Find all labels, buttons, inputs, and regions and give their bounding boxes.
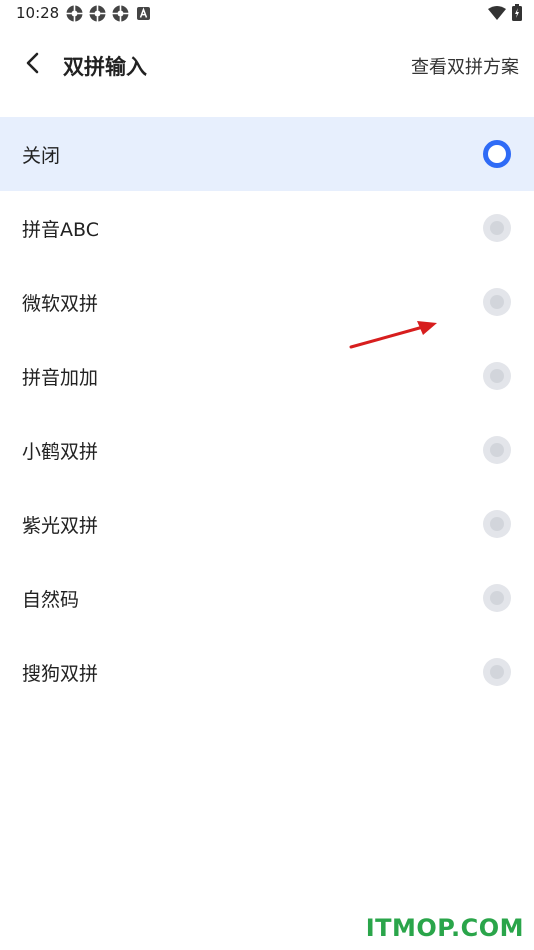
option-item-off[interactable]: 关闭 — [0, 117, 534, 191]
radio-unselected-icon[interactable] — [483, 584, 511, 612]
red-arrow-icon — [349, 321, 437, 349]
status-time: 10:28 — [16, 4, 60, 22]
option-item-sogou[interactable]: 搜狗双拼 — [0, 635, 534, 709]
status-bar: 10:28 — [0, 0, 534, 28]
status-system-icons — [488, 4, 522, 25]
option-label: 微软双拼 — [22, 293, 99, 315]
radio-unselected-icon[interactable] — [483, 288, 511, 316]
app-notification-icon — [89, 5, 106, 22]
option-label: 拼音加加 — [22, 367, 99, 389]
wifi-icon — [488, 5, 506, 24]
page-title: 双拼输入 — [63, 55, 147, 79]
status-notification-icons — [66, 5, 152, 22]
option-item-microsoft[interactable]: 微软双拼 — [0, 265, 534, 339]
radio-unselected-icon[interactable] — [483, 362, 511, 390]
site-watermark: ITMOP.COM — [365, 914, 524, 942]
app-notification-icon — [66, 5, 83, 22]
option-label: 自然码 — [22, 589, 80, 611]
scheme-option-list: 关闭 拼音ABC 微软双拼 拼音加加 小鹤双拼 紫光双拼 自然码 搜狗双拼 — [0, 117, 534, 709]
app-header: 双拼输入 查看双拼方案 — [0, 40, 534, 90]
app-notification-icon — [112, 5, 129, 22]
radio-selected-icon[interactable] — [483, 140, 511, 168]
a-badge-icon — [135, 5, 152, 22]
radio-unselected-icon[interactable] — [483, 510, 511, 538]
radio-unselected-icon[interactable] — [483, 214, 511, 242]
option-label: 搜狗双拼 — [22, 663, 99, 685]
battery-icon — [512, 4, 522, 25]
view-scheme-link[interactable]: 查看双拼方案 — [411, 53, 519, 79]
option-label: 小鹤双拼 — [22, 441, 99, 463]
radio-unselected-icon[interactable] — [483, 658, 511, 686]
option-item-pinyin-abc[interactable]: 拼音ABC — [0, 191, 534, 265]
back-button[interactable] — [16, 48, 50, 82]
option-label: 紫光双拼 — [22, 515, 99, 537]
option-item-ziguang[interactable]: 紫光双拼 — [0, 487, 534, 561]
radio-unselected-icon[interactable] — [483, 436, 511, 464]
option-item-pinyin-jiajia[interactable]: 拼音加加 — [0, 339, 534, 413]
option-item-ziranma[interactable]: 自然码 — [0, 561, 534, 635]
chevron-left-icon — [23, 51, 43, 79]
option-item-xiaohe[interactable]: 小鹤双拼 — [0, 413, 534, 487]
option-label: 拼音ABC — [22, 219, 99, 241]
option-label: 关闭 — [22, 145, 61, 167]
